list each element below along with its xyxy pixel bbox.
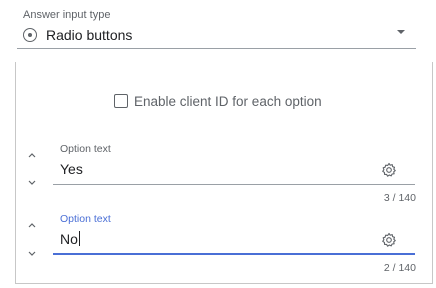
option-2-input-text: No: [60, 231, 78, 247]
option-1-label: Option text: [60, 143, 111, 155]
enable-client-id-checkbox-row[interactable]: Enable client ID for each option: [114, 93, 322, 109]
option-2-char-counter: 2 / 140: [383, 262, 416, 274]
radio-button-icon: [23, 28, 37, 42]
move-option-down-button[interactable]: [26, 249, 38, 259]
option-2-settings-gear-icon[interactable]: [381, 232, 397, 248]
answer-input-type-value: Radio buttons: [46, 27, 133, 43]
select-underline: [17, 48, 416, 49]
option-1-underline: [53, 184, 415, 185]
enable-client-id-checkbox[interactable]: [114, 94, 128, 108]
enable-client-id-label: Enable client ID for each option: [134, 93, 322, 109]
option-2-underline: [53, 253, 415, 255]
move-option-up-button[interactable]: [26, 220, 38, 230]
text-cursor: [78, 231, 80, 246]
option-2-input[interactable]: No: [60, 231, 80, 247]
answer-input-type-select[interactable]: Answer input type Radio buttons: [0, 0, 436, 62]
option-2-label: Option text: [60, 213, 111, 225]
answer-input-type-label: Answer input type: [23, 9, 111, 21]
move-option-down-button[interactable]: [26, 178, 38, 188]
option-1-char-counter: 3 / 140: [383, 192, 416, 204]
option-1-settings-gear-icon[interactable]: [381, 162, 397, 178]
dropdown-arrow-icon[interactable]: [395, 24, 407, 34]
option-1-input[interactable]: Yes: [60, 161, 83, 177]
move-option-up-button[interactable]: [26, 150, 38, 160]
